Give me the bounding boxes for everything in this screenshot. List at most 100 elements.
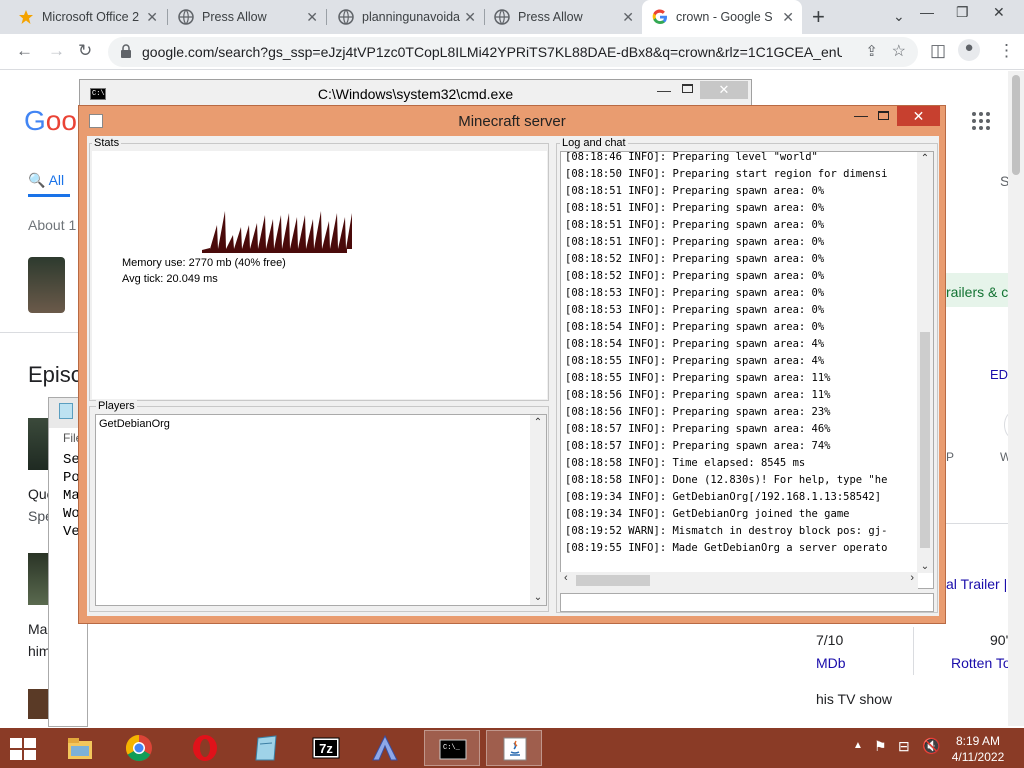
new-tab-button[interactable]: + [812, 4, 825, 30]
tab-all-underline [28, 194, 70, 197]
office-star-icon [18, 9, 34, 25]
file-explorer-icon [68, 738, 92, 759]
taskbar-7zip[interactable]: 7z [298, 730, 354, 766]
browser-tab[interactable]: Microsoft Office 2 ✕ [8, 0, 166, 34]
cmd-minimize-icon[interactable]: — [657, 82, 671, 98]
trailers-chip[interactable]: railers & cl [946, 284, 1011, 300]
log-line: [08:18:56 INFO]: Preparing spawn area: 2… [565, 406, 831, 418]
scroll-left-icon[interactable]: ‹ [564, 572, 568, 584]
google-icon [652, 9, 668, 25]
globe-icon [338, 9, 354, 25]
7zip-icon: 7z [312, 737, 340, 759]
rating-source-link[interactable]: Rotten To [951, 655, 1011, 671]
maximize-icon[interactable] [878, 111, 889, 120]
rating-source-link[interactable]: MDb [816, 655, 846, 671]
players-list[interactable]: GetDebianOrg ⌃ ⌄ [95, 414, 547, 606]
log-area[interactable]: [08:18:46 INFO]: Preparing level "world"… [560, 151, 934, 589]
log-line: [08:18:58 INFO]: Done (12.830s)! For hel… [565, 474, 888, 486]
scroll-down-icon[interactable]: ⌄ [917, 561, 933, 572]
tab-label: crown - Google S [676, 10, 773, 24]
tab-all-label: All [48, 172, 65, 188]
log-label: Log and chat [560, 137, 628, 149]
taskbar-java[interactable] [486, 730, 542, 766]
player-item[interactable]: GetDebianOrg [99, 418, 170, 430]
section-heading: Episo [28, 362, 84, 387]
tab-search-icon[interactable]: ⌄ [893, 8, 905, 25]
reload-icon[interactable]: ↻ [78, 41, 92, 61]
players-label: Players [96, 400, 137, 412]
players-scrollbar[interactable]: ⌃ ⌄ [530, 415, 546, 605]
scroll-thumb[interactable] [576, 575, 650, 586]
close-tab-icon[interactable]: ✕ [622, 9, 634, 26]
google-apps-icon[interactable] [972, 112, 990, 130]
share-icon[interactable]: ⇪ [865, 42, 878, 60]
memory-graph [202, 211, 352, 253]
rating-value: 90' [990, 632, 1009, 648]
log-line: [08:18:51 INFO]: Preparing spawn area: 0… [565, 236, 825, 248]
minecraft-server-window[interactable]: Minecraft server — ✕ Stats Memory use: 2… [78, 105, 946, 624]
taskbar-opera[interactable] [177, 730, 233, 766]
windows-start-icon[interactable] [10, 738, 38, 760]
browser-tab[interactable]: planningunavoida ✕ [328, 0, 484, 34]
forward-icon[interactable]: → [48, 41, 65, 61]
side-fragment: P [946, 450, 955, 464]
svg-text:C:\_: C:\_ [443, 744, 461, 752]
log-line: [08:18:58 INFO]: Time elapsed: 8545 ms [565, 457, 806, 469]
close-icon[interactable]: ✕ [897, 106, 940, 126]
minimize-icon[interactable]: — [854, 107, 868, 123]
cmd-maximize-icon[interactable] [682, 84, 693, 93]
close-tab-icon[interactable]: ✕ [146, 9, 158, 26]
log-line: [08:18:57 INFO]: Preparing spawn area: 7… [565, 440, 831, 452]
taskbar-file-explorer[interactable] [52, 730, 108, 766]
tray-up-arrow-icon[interactable]: ▲ [853, 740, 863, 751]
scroll-right-icon[interactable]: › [910, 572, 914, 584]
side-panel-icon[interactable]: ◫ [930, 41, 946, 61]
browser-tab-active[interactable]: crown - Google S ✕ [642, 0, 802, 34]
back-icon[interactable]: ← [16, 41, 33, 61]
volume-muted-icon[interactable]: 🔇 [922, 737, 941, 755]
page-scrollbar[interactable] [1008, 71, 1024, 726]
tab-all[interactable]: 🔍 All [28, 172, 64, 189]
minimize-icon[interactable]: — [920, 4, 934, 20]
scroll-up-icon[interactable]: ⌃ [530, 417, 546, 428]
trailer-link[interactable]: al Trailer | [946, 576, 1007, 592]
profile-icon[interactable]: ● [958, 39, 980, 61]
cmd-close-icon[interactable]: ✕ [700, 81, 748, 99]
close-tab-icon[interactable]: ✕ [782, 9, 794, 26]
scroll-thumb[interactable] [920, 332, 930, 548]
menu-icon[interactable]: ⋮ [998, 41, 1015, 61]
address-bar[interactable]: google.com/search?gs_ssp=eJzj4tVP1zc0TCo… [108, 37, 918, 67]
cmd-window[interactable]: C:\ C:\Windows\system32\cmd.exe — ✕ [79, 79, 752, 107]
taskbar-clock[interactable]: 8:19 AM 4/11/2022 [948, 733, 1008, 765]
log-horizontal-scrollbar[interactable]: ‹ › [560, 572, 918, 589]
tab-label: planningunavoida [362, 10, 461, 24]
restore-icon[interactable]: ❐ [956, 4, 969, 21]
taskbar-cmd[interactable]: C:\_ [424, 730, 480, 766]
stats-label: Stats [92, 137, 122, 149]
url-text[interactable]: google.com/search?gs_ssp=eJzj4tVP1zc0TCo… [142, 44, 842, 60]
cmd-icon: C:\_ [439, 739, 467, 760]
scroll-down-icon[interactable]: ⌄ [530, 592, 546, 603]
taskbar-notepad[interactable] [238, 730, 294, 766]
result-thumbnail[interactable] [28, 257, 65, 313]
clock-date: 4/11/2022 [951, 750, 1005, 764]
browser-tab[interactable]: Press Allow ✕ [168, 0, 326, 34]
bookmark-star-icon[interactable]: ☆ [892, 41, 906, 61]
taskbar-chrome[interactable] [111, 730, 167, 766]
log-scrollbar[interactable]: ⌃ ⌄ [917, 152, 933, 573]
network-icon[interactable]: ⊟ [898, 738, 910, 755]
tab-label: Press Allow [518, 10, 583, 24]
log-line: [08:18:51 INFO]: Preparing spawn area: 0… [565, 185, 825, 197]
taskbar-app-a[interactable] [357, 730, 413, 766]
close-window-icon[interactable]: ✕ [993, 4, 1005, 21]
java-icon [503, 737, 527, 761]
flag-icon[interactable]: ⚑ [874, 738, 887, 755]
chat-input[interactable] [560, 593, 934, 612]
globe-icon [494, 9, 510, 25]
stats-area: Memory use: 2770 mb (40% free) Avg tick:… [92, 151, 547, 399]
browser-tab[interactable]: Press Allow ✕ [484, 0, 642, 34]
close-tab-icon[interactable]: ✕ [306, 9, 318, 26]
scroll-up-icon[interactable]: ⌃ [917, 153, 933, 164]
log-line: [08:18:53 INFO]: Preparing spawn area: 0… [565, 304, 825, 316]
close-tab-icon[interactable]: ✕ [464, 9, 476, 26]
